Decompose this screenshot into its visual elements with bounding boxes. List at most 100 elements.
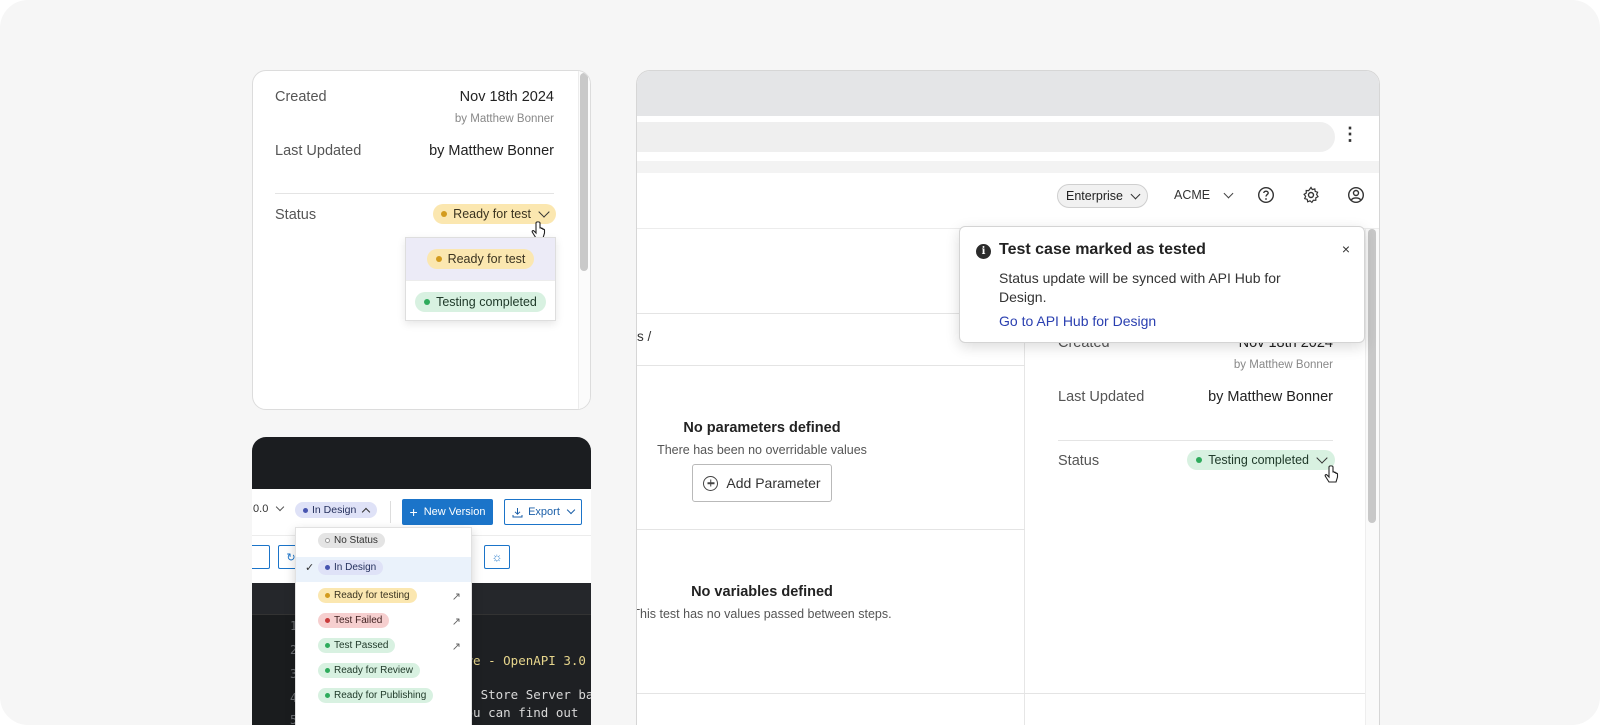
- status-dropdown[interactable]: Testing completed: [1187, 450, 1335, 470]
- chevron-down-icon: [1316, 452, 1328, 464]
- api-hub-link[interactable]: Go to API Hub for Design: [999, 313, 1156, 329]
- status-dot-icon: [1196, 457, 1203, 463]
- status-value: Testing completed: [1208, 453, 1309, 467]
- option-label: Ready for testing: [334, 590, 410, 601]
- info-icon: i: [976, 244, 991, 259]
- help-circle-icon[interactable]: [1257, 186, 1275, 204]
- dot-icon: [435, 256, 442, 262]
- status-selector[interactable]: In Design: [295, 502, 378, 518]
- in-design-pill: In Design: [318, 560, 384, 575]
- dot-icon: [325, 593, 330, 598]
- completed-pill: Testing completed: [415, 291, 546, 312]
- plan-selector[interactable]: Enterprise: [1057, 184, 1148, 208]
- created-by: by Matthew Bonner: [1233, 359, 1333, 371]
- option-label: Test Failed: [334, 615, 383, 626]
- browser-tab-bar: [637, 71, 1379, 116]
- option-label: Test Passed: [334, 640, 389, 651]
- browser-address-row: ⋮: [637, 116, 1379, 161]
- new-version-label: New Version: [423, 506, 486, 518]
- dropdown-option-ready[interactable]: Ready for test: [406, 238, 555, 280]
- toolbar-button[interactable]: [252, 545, 270, 569]
- close-icon[interactable]: ×: [1342, 241, 1350, 257]
- sun-icon: ☼: [491, 550, 503, 564]
- option-label: Ready for Publishing: [334, 690, 427, 701]
- status-value: In Design: [312, 504, 357, 516]
- chevron-down-icon: [1223, 188, 1234, 198]
- export-button[interactable]: Export: [504, 499, 582, 525]
- dot-icon: [325, 565, 330, 570]
- status-label: Status: [1058, 453, 1100, 469]
- code-line: ore - OpenAPI 3.0: [458, 653, 586, 668]
- status-option-ready-for-testing[interactable]: Ready for testing ↗: [296, 585, 471, 610]
- dot-icon: [325, 668, 330, 673]
- params-empty-title: No parameters defined: [683, 420, 841, 436]
- version-selector[interactable]: .0.0: [252, 502, 285, 515]
- user-circle-icon[interactable]: [1347, 186, 1365, 204]
- download-icon: [512, 507, 523, 517]
- chevron-down-icon: [566, 505, 576, 515]
- test-passed-pill: Test Passed: [318, 638, 396, 653]
- status-option-in-design[interactable]: ✓ In Design: [296, 557, 471, 582]
- breadcrumb: s /: [637, 329, 652, 344]
- divider: [637, 529, 1025, 530]
- gear-icon[interactable]: [1302, 186, 1320, 204]
- address-bar[interactable]: [637, 122, 1335, 152]
- chevron-down-icon: [276, 502, 285, 512]
- option-label: Ready for test: [447, 252, 526, 266]
- status-option-test-passed[interactable]: Test Passed ↗: [296, 635, 471, 660]
- divider: [275, 193, 554, 194]
- divider: [1058, 440, 1333, 441]
- no-status-pill: No Status: [318, 533, 385, 548]
- scrollbar[interactable]: [578, 71, 590, 409]
- option-label: Ready for Review: [334, 665, 413, 676]
- add-parameter-button[interactable]: Add Parameter: [692, 464, 832, 502]
- dot-icon: [325, 643, 330, 648]
- metadata-card: Created Nov 18th 2024 by Matthew Bonner …: [252, 70, 591, 410]
- add-parameter-label: Add Parameter: [726, 475, 821, 491]
- org-label: ACME: [1174, 188, 1211, 202]
- toast-message: Status update will be synced with API Hu…: [999, 270, 1281, 305]
- hand-cursor-icon: [1324, 465, 1339, 483]
- version-value: .0.0: [252, 503, 269, 515]
- created-value: Nov 18th 2024: [459, 89, 554, 105]
- status-option-no-status[interactable]: No Status: [296, 530, 471, 555]
- ready-for-publishing-pill: Ready for Publishing: [318, 688, 434, 703]
- scrollbar-thumb[interactable]: [580, 73, 588, 271]
- editor-panel: .0.0 In Design + New Version Export ↻ ☼: [252, 437, 591, 725]
- new-version-button[interactable]: + New Version: [402, 499, 493, 525]
- kebab-menu-icon[interactable]: ⋮: [1341, 125, 1359, 143]
- ready-for-testing-pill: Ready for testing: [318, 588, 417, 603]
- browser-window: ⋮ Enterprise ACME s / No parameters defi…: [636, 70, 1380, 725]
- test-failed-pill: Test Failed: [318, 613, 390, 628]
- browser-content-top: [637, 161, 1379, 173]
- scrollbar-thumb[interactable]: [1368, 229, 1376, 523]
- external-link-icon: ↗: [451, 641, 461, 653]
- option-label: In Design: [334, 562, 377, 573]
- theme-button[interactable]: ☼: [484, 545, 510, 569]
- stage: Created Nov 18th 2024 by Matthew Bonner …: [0, 0, 1600, 725]
- last-updated-value: by Matthew Bonner: [429, 143, 554, 159]
- status-value: Ready for test: [453, 207, 531, 221]
- check-icon: ✓: [305, 562, 315, 574]
- app-header: Enterprise ACME: [637, 173, 1379, 229]
- toast-title: Test case marked as tested: [999, 241, 1206, 258]
- dropdown-option-completed[interactable]: Testing completed: [406, 280, 555, 322]
- org-selector[interactable]: ACME: [1174, 188, 1234, 202]
- params-empty-subtitle: There has been no overridable values: [657, 443, 867, 457]
- external-link-icon: ↗: [451, 591, 461, 603]
- chevron-up-icon: [362, 507, 371, 516]
- ready-pill: Ready for test: [426, 249, 535, 269]
- status-option-test-failed[interactable]: Test Failed ↗: [296, 610, 471, 635]
- export-label: Export: [528, 506, 560, 518]
- scrollbar[interactable]: [1365, 229, 1379, 725]
- toast-notification: i Test case marked as tested Status upda…: [959, 226, 1365, 343]
- status-option-ready-for-publishing[interactable]: Ready for Publishing: [296, 685, 471, 710]
- status-option-ready-for-review[interactable]: Ready for Review: [296, 660, 471, 685]
- plus-circle-icon: [703, 475, 719, 491]
- last-updated-label: Last Updated: [275, 143, 362, 159]
- code-line: et Store Server ba: [458, 687, 591, 702]
- dot-icon: [325, 618, 330, 623]
- status-dropdown-menu: Ready for test Testing completed: [405, 237, 556, 321]
- plan-label: Enterprise: [1066, 189, 1123, 203]
- dot-icon: [424, 298, 431, 305]
